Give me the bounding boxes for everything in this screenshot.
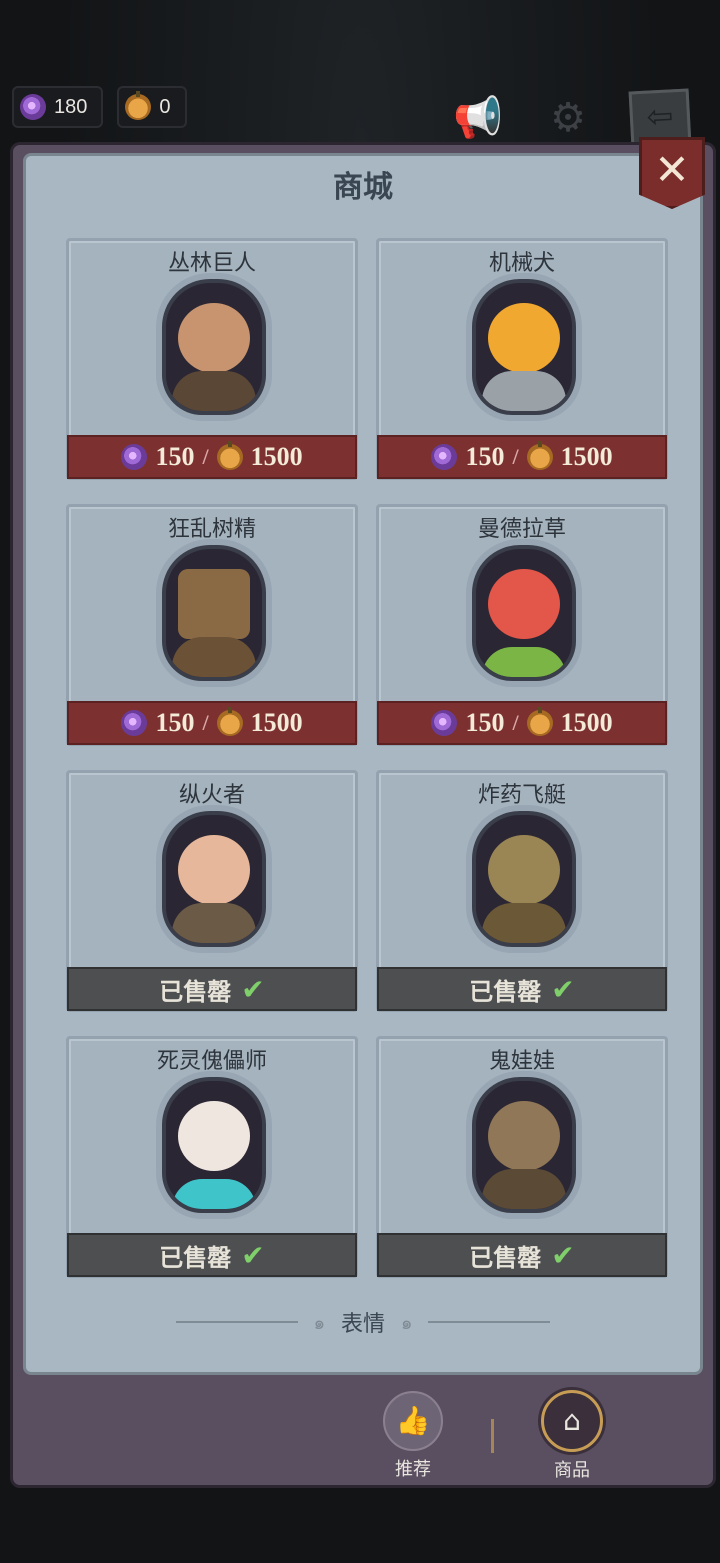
nav-shop-label: 商品 (554, 1460, 590, 1481)
shop-icon: ⌂ (541, 1390, 603, 1452)
check-icon: ✔ (241, 972, 265, 1006)
shop-content: 商城 丛林巨人 150 / 1500 机械犬 150 / 1500 狂乱树精 1… (23, 153, 703, 1375)
pumpkin-price: 1500 (560, 442, 613, 471)
character-portrait (162, 545, 266, 681)
shop-item-card[interactable]: 死灵傀儡师 已售罄 ✔ (66, 1036, 358, 1278)
shop-item-card[interactable]: 鬼娃娃 已售罄 ✔ (376, 1036, 668, 1278)
sold-out-badge: 已售罄 ✔ (67, 1233, 357, 1277)
pumpkin-icon (125, 91, 152, 120)
sold-out-label: 已售罄 (469, 977, 542, 1006)
pumpkin-amount: 0 (159, 95, 171, 118)
sold-out-badge: 已售罄 ✔ (377, 1233, 667, 1277)
candy-icon (431, 710, 458, 736)
megaphone-icon[interactable]: 📢 (450, 95, 506, 141)
nav-recommend-label: 推荐 (395, 1459, 431, 1480)
item-name: 机械犬 (488, 251, 555, 276)
character-portrait (472, 1077, 576, 1213)
pumpkin-price: 1500 (250, 442, 303, 471)
price-button[interactable]: 150 / 1500 (67, 435, 357, 479)
sold-out-badge: 已售罄 ✔ (67, 967, 357, 1011)
candy-price: 150 (155, 442, 195, 471)
shop-panel: 商城 丛林巨人 150 / 1500 机械犬 150 / 1500 狂乱树精 1… (10, 137, 716, 1488)
character-portrait (472, 545, 576, 681)
shop-item-card[interactable]: 曼德拉草 150 / 1500 (376, 504, 668, 746)
price-button[interactable]: 150 / 1500 (377, 435, 667, 479)
item-name: 死灵傀儡师 (156, 1049, 267, 1074)
page-title: 商城 (333, 170, 393, 205)
close-icon[interactable]: ✕ (639, 137, 705, 209)
price-button[interactable]: 150 / 1500 (377, 701, 667, 745)
item-name: 纵火者 (178, 783, 245, 808)
pumpkin-price: 1500 (560, 708, 613, 737)
candy-icon (20, 94, 46, 120)
nav-shop[interactable]: ⌂ 商品 (534, 1390, 610, 1482)
shop-item-card[interactable]: 炸药飞艇 已售罄 ✔ (376, 770, 668, 1012)
pumpkin-icon (216, 441, 243, 470)
candy-amount: 180 (54, 95, 88, 118)
section-label: 表情 (341, 1312, 386, 1337)
character-portrait (162, 811, 266, 947)
sold-out-badge: 已售罄 ✔ (377, 967, 667, 1011)
section-divider: ๑ 表情 ๑ (176, 1306, 551, 1338)
price-button[interactable]: 150 / 1500 (67, 701, 357, 745)
check-icon: ✔ (551, 1238, 575, 1272)
sold-out-label: 已售罄 (159, 1243, 232, 1272)
pumpkin-icon (526, 441, 553, 470)
item-name: 狂乱树精 (167, 517, 256, 542)
candy-counter: 180 (12, 86, 104, 128)
nav-divider (491, 1419, 494, 1453)
item-name: 鬼娃娃 (488, 1049, 555, 1074)
character-portrait (472, 811, 576, 947)
candy-icon (121, 444, 148, 470)
candy-icon (431, 444, 458, 470)
pumpkin-counter: 0 (117, 86, 187, 128)
shop-item-card[interactable]: 纵火者 已售罄 ✔ (66, 770, 358, 1012)
shop-item-card[interactable]: 机械犬 150 / 1500 (376, 238, 668, 480)
candy-price: 150 (465, 442, 505, 471)
gear-icon[interactable]: ⚙ (540, 95, 596, 141)
character-portrait (162, 1077, 266, 1213)
thumbs-up-icon: 👍 (383, 1391, 443, 1451)
currency-hud: 180 0 (12, 86, 187, 128)
check-icon: ✔ (241, 1238, 265, 1272)
pumpkin-icon (526, 707, 553, 736)
check-icon: ✔ (551, 972, 575, 1006)
sold-out-label: 已售罄 (469, 1243, 542, 1272)
shop-item-card[interactable]: 丛林巨人 150 / 1500 (66, 238, 358, 480)
pumpkin-price: 1500 (250, 708, 303, 737)
character-portrait (162, 279, 266, 415)
character-portrait (472, 279, 576, 415)
pumpkin-icon (216, 707, 243, 736)
nav-recommend[interactable]: 👍 推荐 (375, 1391, 451, 1481)
candy-icon (121, 710, 148, 736)
item-name: 丛林巨人 (167, 251, 256, 276)
candy-price: 150 (155, 708, 195, 737)
item-name: 炸药飞艇 (477, 783, 566, 808)
item-name: 曼德拉草 (477, 517, 566, 542)
candy-price: 150 (465, 708, 505, 737)
sold-out-label: 已售罄 (159, 977, 232, 1006)
shop-item-card[interactable]: 狂乱树精 150 / 1500 (66, 504, 358, 746)
bottom-nav: 👍 推荐 ⌂ 商品 (375, 1390, 610, 1482)
